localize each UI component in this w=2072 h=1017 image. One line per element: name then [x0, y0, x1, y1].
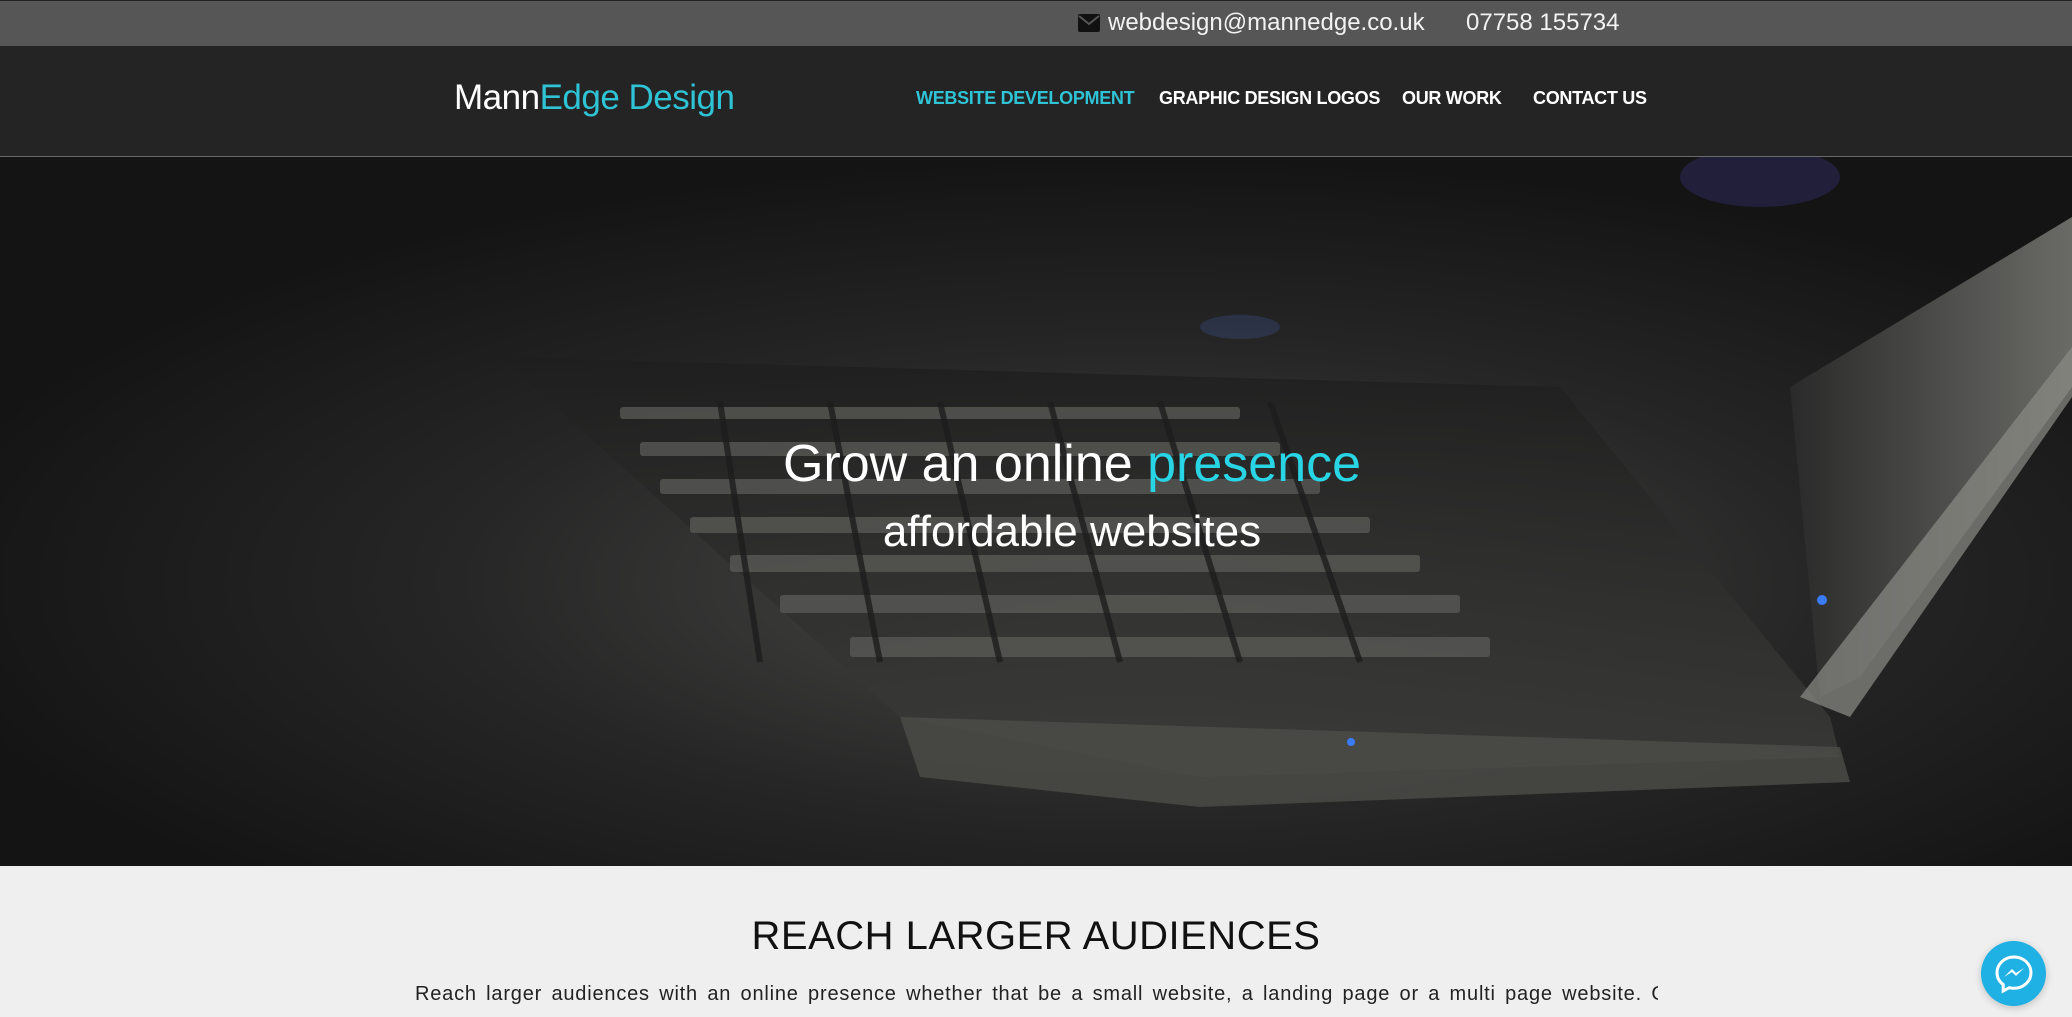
- top-contact-bar: webdesign@mannedge.co.uk 07758 155734: [0, 0, 2072, 46]
- phone-link[interactable]: 07758 155734: [1466, 5, 1620, 41]
- nav-graphic-design-logos[interactable]: GRAPHIC DESIGN LOGOS: [1159, 88, 1380, 109]
- nav-our-work[interactable]: OUR WORK: [1402, 88, 1502, 109]
- messenger-icon: [1994, 954, 2033, 994]
- hero-title-accent: presence: [1147, 435, 1362, 493]
- hero-subtitle: affordable websites: [882, 507, 1262, 556]
- phone-text: 07758 155734: [1466, 9, 1620, 36]
- messenger-chat-button[interactable]: [1981, 941, 2046, 1006]
- site-logo[interactable]: MannEdge Design: [454, 78, 735, 118]
- section-heading: REACH LARGER AUDIENCES: [751, 914, 1321, 958]
- nav-contact-us[interactable]: CONTACT US: [1533, 88, 1647, 109]
- envelope-icon: [1078, 14, 1100, 32]
- email-text: webdesign@mannedge.co.uk: [1108, 9, 1425, 36]
- email-link[interactable]: webdesign@mannedge.co.uk: [1078, 5, 1425, 41]
- reach-audiences-section: REACH LARGER AUDIENCES Reach larger audi…: [0, 866, 2072, 1017]
- hero-banner: Grow an online presence affordable websi…: [0, 157, 2072, 866]
- site-header: MannEdge Design WEBSITE DEVELOPMENT GRAP…: [0, 46, 2072, 157]
- hero-title: Grow an online presence: [0, 434, 2072, 494]
- nav-website-development[interactable]: WEBSITE DEVELOPMENT: [916, 88, 1135, 109]
- section-paragraph: Reach larger audiences with an online pr…: [415, 983, 1658, 1005]
- logo-text-mann: Mann: [454, 78, 540, 117]
- hero-title-text: Grow an online: [782, 435, 1148, 493]
- logo-text-edge-design: Edge Design: [539, 78, 735, 117]
